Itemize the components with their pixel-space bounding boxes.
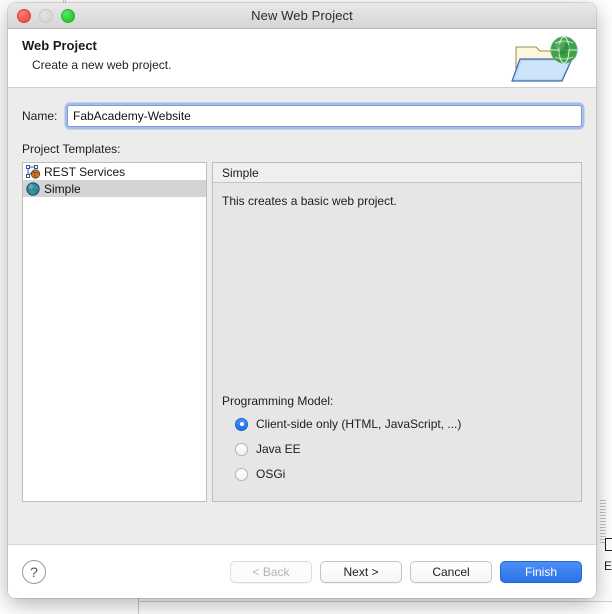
project-name-input[interactable] [67,105,582,127]
radio-osgi[interactable]: OSGi [235,467,572,481]
globe-icon [26,181,40,196]
template-detail-pane: Simple This creates a basic web project.… [212,162,582,502]
list-item-label: Simple [44,181,81,196]
close-button[interactable] [17,8,31,23]
next-button[interactable]: Next > [320,560,402,583]
maximize-button[interactable] [61,8,75,23]
radio-indicator[interactable] [235,467,248,481]
radio-client-side-only[interactable]: Client-side only (HTML, JavaScript, ...) [235,417,572,431]
rest-services-icon [26,164,41,179]
minimize-button[interactable] [39,8,53,23]
window-title: New Web Project [251,8,353,23]
dialog-titlebar: New Web Project [8,3,596,29]
web-folder-globe-icon [510,35,584,85]
background-checkbox [605,538,612,551]
new-web-project-dialog: New Web Project Web Project Create a new… [8,3,596,598]
detail-body: This creates a basic web project. Progra… [213,183,581,501]
radio-label: OSGi [256,467,286,481]
programming-model-group: Programming Model: Client-side only (HTM… [222,394,572,481]
name-label: Name: [22,109,58,123]
page-subtitle: Create a new web project. [32,58,172,72]
finish-button[interactable]: Finish [500,560,582,583]
cancel-button[interactable]: Cancel [410,560,492,583]
name-row: Name: [22,105,582,127]
background-horizontal-divider [138,601,612,602]
dialog-footer: ? < Back Next > Cancel Finish [8,544,596,598]
detail-description: This creates a basic web project. [222,194,397,208]
radio-label: Client-side only (HTML, JavaScript, ...) [256,417,462,431]
project-templates-label: Project Templates: [22,142,121,156]
list-item-simple[interactable]: Simple [23,180,206,197]
dialog-body: Name: Project Templates: [8,88,596,544]
back-button[interactable]: < Back [230,560,312,583]
name-field-wrap [67,105,582,127]
programming-model-label: Programming Model: [222,394,334,408]
detail-header: Simple [213,163,581,183]
help-icon[interactable]: ? [22,559,46,584]
dialog-header: Web Project Create a new web project. [8,29,596,88]
templates-panes: REST Services Simple Simple This creates… [22,162,582,502]
window-controls [17,8,75,23]
radio-label: Java EE [256,442,301,456]
radio-indicator[interactable] [235,442,248,456]
radio-indicator[interactable] [235,417,248,431]
list-item-rest-services[interactable]: REST Services [23,163,206,180]
radio-java-ee[interactable]: Java EE [235,442,572,456]
page-title: Web Project [22,38,97,53]
project-templates-list[interactable]: REST Services Simple [22,162,207,502]
list-item-label: REST Services [44,164,126,179]
background-partial-text: E [604,559,612,573]
